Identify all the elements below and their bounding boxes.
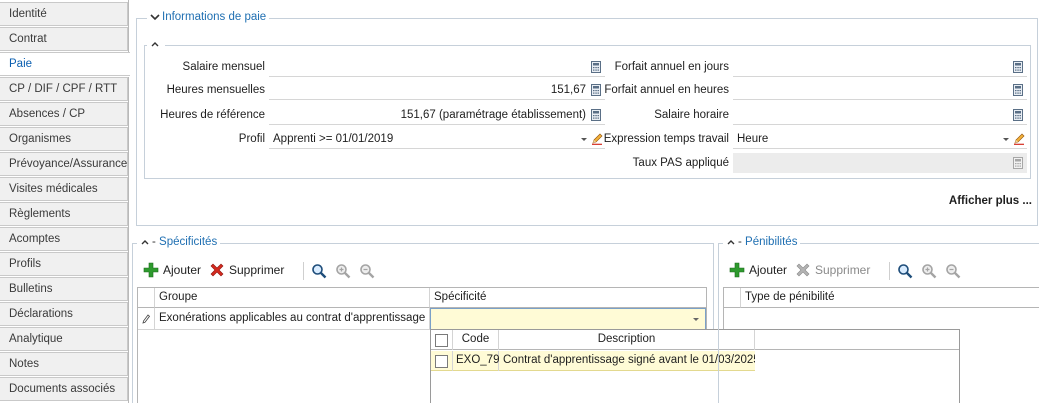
- row-edit-indicator: [138, 308, 155, 330]
- tab-profils[interactable]: Profils: [0, 252, 128, 276]
- calculator-icon: [1013, 156, 1023, 169]
- column-header-groupe[interactable]: Groupe: [155, 288, 430, 308]
- table-row-groupe-cell[interactable]: Exonérations applicables au contrat d'ap…: [155, 308, 430, 330]
- tab-prevoyance[interactable]: Prévoyance/Assurance: [0, 152, 128, 176]
- tab-identite[interactable]: Identité: [0, 2, 128, 26]
- zoom-in-icon: [922, 264, 937, 279]
- edit-pencil-icon: [142, 313, 151, 324]
- tabs-divider: [128, 77, 129, 403]
- plus-icon: [143, 262, 159, 278]
- toolbar-separator: [889, 262, 890, 280]
- select-all-checkbox[interactable]: [431, 330, 453, 350]
- specificites-delete-button[interactable]: Supprimer: [209, 262, 284, 278]
- forfait-jours-field[interactable]: [733, 57, 1027, 77]
- chevron-up-icon: [150, 39, 160, 49]
- tab-contrat[interactable]: Contrat: [0, 27, 128, 51]
- specificite-dropdown[interactable]: [430, 308, 706, 330]
- dropdown-arrow-icon[interactable]: [1001, 134, 1011, 144]
- tab-analytique[interactable]: Analytique: [0, 327, 128, 351]
- expression-temps-label: Expression temps travail: [603, 133, 729, 145]
- penibilites-header[interactable]: - Pénibilités: [723, 236, 801, 248]
- tab-absences-cp[interactable]: Absences / CP: [0, 102, 128, 126]
- list-item-code: EXO_79: [453, 351, 499, 371]
- pencil-icon[interactable]: [1013, 133, 1025, 145]
- tab-declarations[interactable]: Déclarations: [0, 302, 128, 326]
- row-checkbox[interactable]: [431, 351, 453, 371]
- heures-reference-field[interactable]: 151,67 (paramétrage établissement): [269, 105, 605, 125]
- delete-x-icon: [210, 263, 224, 277]
- tab-visites-medicales[interactable]: Visites médicales: [0, 177, 128, 201]
- row-selector-header: [138, 288, 155, 308]
- tab-cp-dif-cpf-rtt[interactable]: CP / DIF / CPF / RTT: [0, 77, 128, 101]
- list-item[interactable]: EXO_79 Contrat d'apprentissage signé ava…: [431, 351, 755, 371]
- profil-label: Profil: [238, 133, 265, 145]
- taux-pas-field: [733, 153, 1027, 173]
- calculator-icon[interactable]: [1012, 60, 1024, 73]
- specificites-add-button[interactable]: Ajouter: [143, 262, 201, 278]
- paie-inner-collapse[interactable]: [147, 39, 165, 49]
- tab-reglements[interactable]: Règlements: [0, 202, 128, 226]
- side-tabs: Identité Contrat Paie CP / DIF / CPF / R…: [0, 0, 130, 403]
- tab-documents-associes[interactable]: Documents associés: [0, 377, 128, 401]
- paie-group-title: Informations de paie: [162, 11, 267, 23]
- tab-paie[interactable]: Paie: [0, 52, 130, 76]
- search-icon[interactable]: [897, 263, 913, 279]
- search-icon[interactable]: [311, 263, 327, 279]
- tab-acomptes[interactable]: Acomptes: [0, 227, 128, 251]
- heures-mensuelles-label: Heures mensuelles: [166, 84, 265, 96]
- forfait-heures-field[interactable]: [733, 80, 1027, 100]
- salaire-mensuel-field[interactable]: [269, 57, 605, 77]
- heures-mensuelles-field[interactable]: 151,67: [269, 80, 605, 100]
- forfait-heures-label: Forfait annuel en heures: [604, 84, 729, 96]
- expression-temps-select[interactable]: Heure: [733, 129, 1027, 149]
- paie-group-header[interactable]: Informations de paie: [147, 11, 270, 23]
- specificites-title: Spécificités: [159, 236, 218, 248]
- heures-reference-label: Heures de référence: [160, 109, 265, 121]
- penibilites-title: Pénibilités: [745, 236, 798, 248]
- tab-bulletins[interactable]: Bulletins: [0, 277, 128, 301]
- salaire-mensuel-label: Salaire mensuel: [182, 61, 265, 73]
- column-header-type-penibilite[interactable]: Type de pénibilité: [741, 288, 1039, 308]
- dropdown-arrow-icon[interactable]: [691, 314, 701, 324]
- row-selector-header: [724, 288, 741, 308]
- calculator-icon[interactable]: [1012, 108, 1024, 121]
- toolbar-separator: [303, 262, 304, 280]
- calculator-icon[interactable]: [1012, 83, 1024, 96]
- zoom-in-icon: [336, 264, 351, 279]
- popup-column-code[interactable]: Code: [453, 330, 499, 350]
- forfait-jours-label: Forfait annuel en jours: [614, 61, 729, 73]
- popup-column-description[interactable]: Description: [499, 330, 755, 350]
- list-item-description: Contrat d'apprentissage signé avant le 0…: [503, 354, 755, 366]
- penibilites-add-button[interactable]: Ajouter: [729, 262, 787, 278]
- salaire-horaire-field[interactable]: [733, 105, 1027, 125]
- tabs-divider: [128, 0, 129, 52]
- plus-icon: [729, 262, 745, 278]
- zoom-out-icon: [360, 264, 375, 279]
- specificites-header[interactable]: - Spécificités: [137, 236, 221, 248]
- delete-x-icon: [796, 263, 810, 277]
- dropdown-arrow-icon[interactable]: [579, 134, 589, 144]
- taux-pas-label: Taux PAS appliqué: [632, 157, 729, 169]
- chevron-up-icon: [140, 237, 150, 247]
- profil-select[interactable]: Apprenti >= 01/01/2019: [269, 129, 605, 149]
- penibilites-delete-button[interactable]: Supprimer: [795, 262, 870, 278]
- afficher-plus-link[interactable]: Afficher plus ...: [900, 195, 1032, 207]
- tab-notes[interactable]: Notes: [0, 352, 128, 376]
- salaire-horaire-label: Salaire horaire: [654, 109, 729, 121]
- zoom-out-icon: [946, 264, 961, 279]
- chevron-up-icon: [726, 237, 736, 247]
- column-header-specificite[interactable]: Spécificité: [430, 288, 706, 308]
- penibilites-table: Type de pénibilité: [723, 287, 1039, 329]
- tab-organismes[interactable]: Organismes: [0, 127, 128, 151]
- chevron-down-icon: [150, 12, 160, 22]
